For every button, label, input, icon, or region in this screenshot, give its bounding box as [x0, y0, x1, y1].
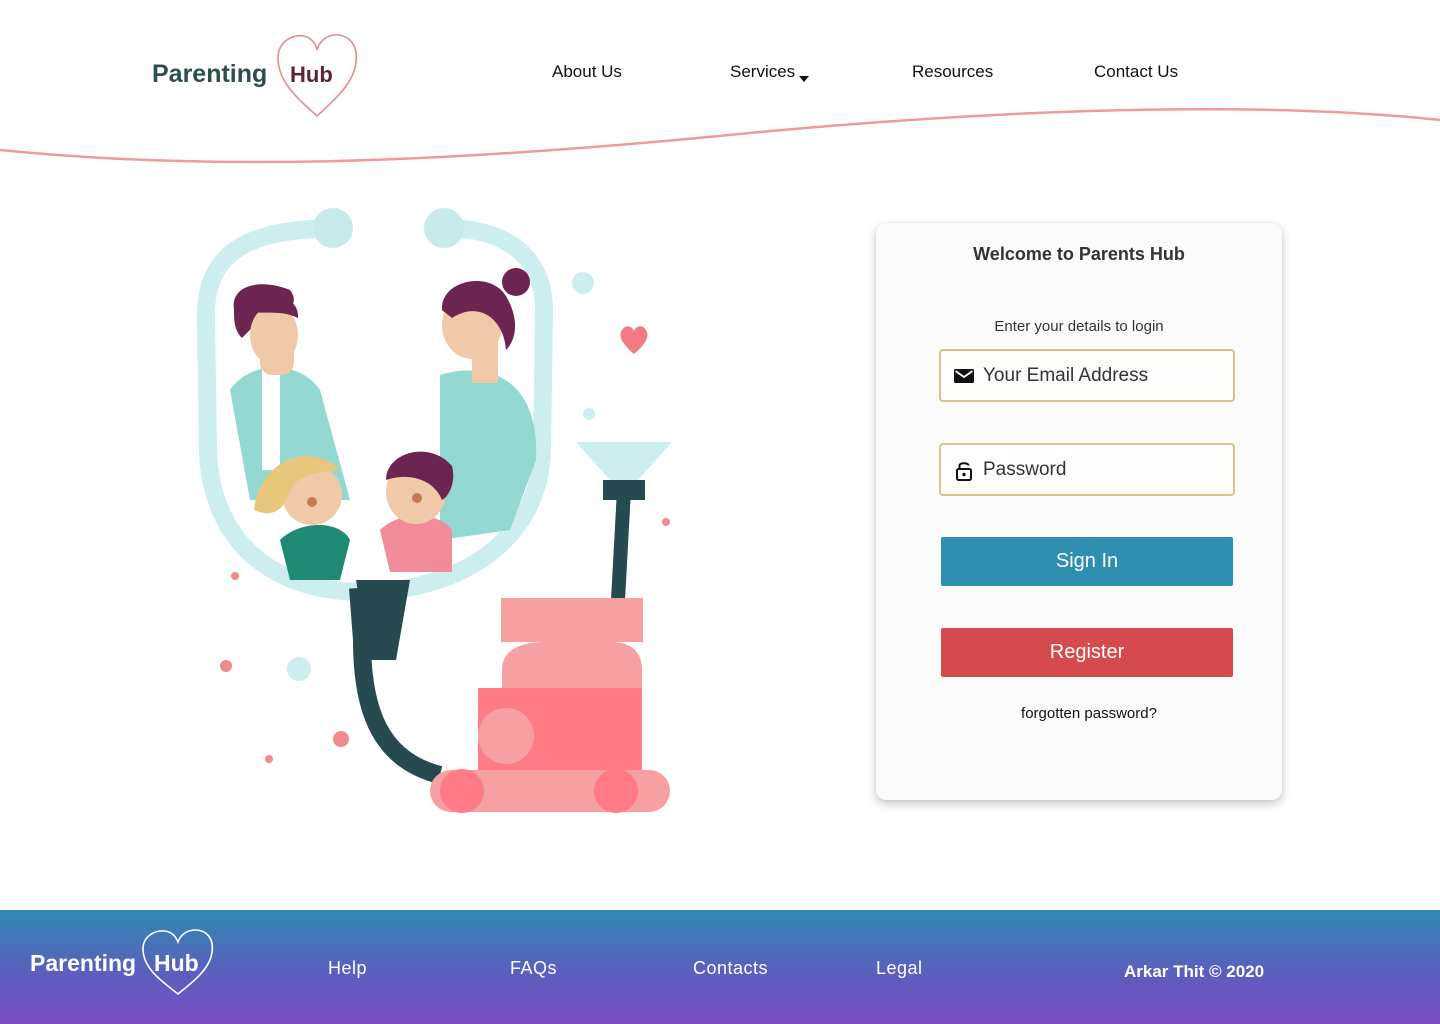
footer-link-contacts[interactable]: Contacts [693, 955, 771, 982]
main-nav: About Us Services Resources Contact Us [0, 62, 1440, 88]
nav-services[interactable]: Services [730, 62, 810, 82]
footer-copyright: Arkar Thit © 2020 [1124, 962, 1265, 981]
site-footer: Parenting Hub Help FAQs Contacts Legal A… [0, 910, 1440, 1024]
footer-link-legal[interactable]: Legal [876, 958, 923, 979]
header-wave-divider [0, 107, 1440, 164]
footer-link-faqs[interactable]: FAQs [510, 958, 557, 979]
caret-down-icon [799, 76, 810, 82]
nav-about[interactable]: About Us [552, 62, 622, 82]
footer-link-help[interactable]: Help [328, 958, 367, 979]
footer-brand-logo[interactable]: Parenting Hub [30, 928, 220, 998]
lock-icon [956, 462, 972, 481]
nav-contact[interactable]: Contact Us [1094, 62, 1178, 82]
site-header: Parenting Hub About Us Services Resource… [0, 0, 1440, 175]
email-field[interactable] [939, 349, 1235, 402]
register-button[interactable]: Register [941, 628, 1233, 677]
password-input[interactable] [983, 455, 1223, 485]
email-input[interactable] [983, 361, 1223, 391]
family-stethoscope-illustration [196, 208, 672, 813]
login-title: Welcome to Parents Hub [973, 244, 1185, 264]
forgot-password-link[interactable]: forgotten password? [876, 705, 1282, 722]
password-field[interactable] [939, 443, 1235, 496]
mail-icon [954, 369, 974, 383]
footer-brand-word-hub: Hub [154, 950, 199, 976]
login-subtitle: Enter your details to login [994, 318, 1164, 335]
footer-brand-word-parenting: Parenting [30, 950, 137, 976]
sign-in-button[interactable]: Sign In [941, 537, 1233, 586]
nav-resources[interactable]: Resources [912, 62, 993, 82]
login-card: Welcome to Parents Hub Enter your detail… [876, 223, 1282, 800]
nav-services-label: Services [730, 62, 796, 81]
